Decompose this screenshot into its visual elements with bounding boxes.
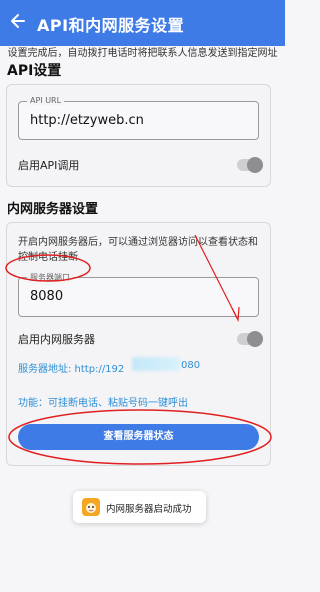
annotation-circle-port <box>5 254 91 282</box>
annotation-arrow-line <box>194 234 238 319</box>
annotation-circle-button <box>8 409 272 465</box>
annotation-arrow-head <box>231 306 240 323</box>
red-annotations <box>5 234 272 465</box>
